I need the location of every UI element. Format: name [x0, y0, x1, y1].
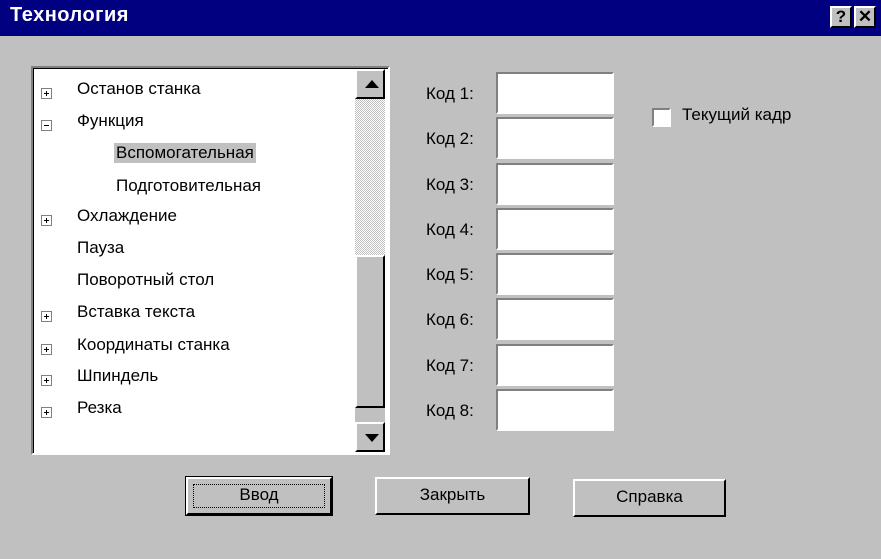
- code-7-field[interactable]: [496, 344, 614, 386]
- expand-plus-icon[interactable]: [41, 375, 52, 386]
- code-8-label: Код 8:: [426, 401, 474, 420]
- close-button-label: Закрыть: [419, 485, 486, 504]
- tree-item[interactable]: Резка: [77, 398, 122, 418]
- scroll-track[interactable]: [355, 99, 385, 255]
- tree-item[interactable]: Шпиндель: [77, 366, 158, 386]
- code-4-field[interactable]: [496, 208, 614, 250]
- expand-plus-icon[interactable]: [41, 407, 52, 418]
- code-5-label: Код 5:: [426, 265, 474, 284]
- technology-dialog: Технология ? ✕ Останов станка Функция Вс…: [0, 0, 881, 559]
- arrow-up-icon: [365, 80, 379, 88]
- code-5-field[interactable]: [496, 253, 614, 295]
- expand-plus-icon[interactable]: [41, 88, 52, 99]
- code-6-field[interactable]: [496, 298, 614, 340]
- code-1-label: Код 1:: [426, 84, 474, 103]
- current-frame-label[interactable]: Текущий кадр: [682, 105, 791, 125]
- scroll-down-button[interactable]: [355, 422, 385, 452]
- code-2-label: Код 2:: [426, 129, 474, 148]
- expand-plus-icon[interactable]: [41, 344, 52, 355]
- tree-item[interactable]: Вставка текста: [77, 302, 195, 322]
- tree-scrollbar[interactable]: [355, 69, 385, 452]
- code-7-label: Код 7:: [426, 356, 474, 375]
- close-button[interactable]: Закрыть: [375, 477, 530, 515]
- close-icon[interactable]: ✕: [854, 6, 876, 28]
- tree-item[interactable]: Координаты станка: [77, 335, 230, 355]
- code-4-label: Код 4:: [426, 220, 474, 239]
- scroll-up-button[interactable]: [355, 69, 385, 99]
- tree-item-selected[interactable]: Вспомогательная: [114, 143, 256, 163]
- tree-view[interactable]: Останов станка Функция Вспомогательная П…: [31, 66, 390, 455]
- code-1-field[interactable]: [496, 72, 614, 114]
- code-3-label: Код 3:: [426, 175, 474, 194]
- tree-item[interactable]: Поворотный стол: [77, 270, 214, 290]
- title-bar[interactable]: Технология ? ✕: [0, 0, 881, 36]
- arrow-down-icon: [365, 434, 379, 442]
- expand-plus-icon[interactable]: [41, 311, 52, 322]
- help-button[interactable]: Справка: [573, 479, 726, 517]
- tree-item[interactable]: Функция: [77, 111, 144, 131]
- code-8-field[interactable]: [496, 389, 614, 431]
- help-button-label: Справка: [616, 487, 683, 506]
- tree-item[interactable]: Подготовительная: [116, 176, 261, 196]
- code-2-field[interactable]: [496, 117, 614, 159]
- focus-rect: [193, 484, 325, 508]
- tree-item[interactable]: Останов станка: [77, 79, 201, 99]
- tree-item[interactable]: Пауза: [77, 238, 124, 258]
- code-6-label: Код 6:: [426, 310, 474, 329]
- help-icon[interactable]: ?: [830, 6, 852, 28]
- collapse-minus-icon[interactable]: [41, 120, 52, 131]
- tree-item[interactable]: Охлаждение: [77, 206, 177, 226]
- scroll-thumb[interactable]: [355, 255, 385, 408]
- enter-button[interactable]: Ввод: [185, 476, 333, 516]
- code-3-field[interactable]: [496, 163, 614, 205]
- window-title: Технология: [10, 4, 129, 26]
- current-frame-checkbox[interactable]: [652, 108, 671, 127]
- expand-plus-icon[interactable]: [41, 215, 52, 226]
